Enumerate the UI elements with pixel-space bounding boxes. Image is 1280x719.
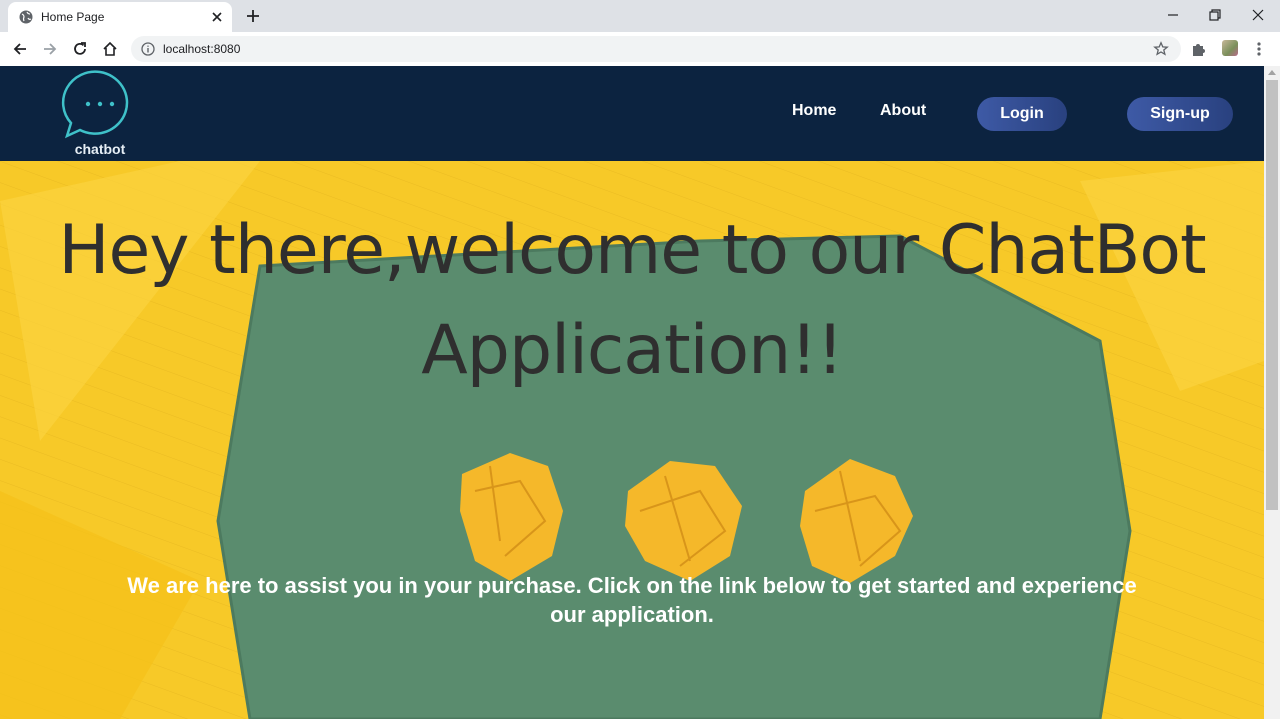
hero-subtitle-line-1: We are here to assist you in your purcha… [127,573,1137,598]
puzzle-icon[interactable] [1190,40,1208,58]
address-bar[interactable]: localhost:8080 [131,36,1181,62]
signup-button[interactable]: Sign-up [1127,97,1233,131]
kebab-icon[interactable] [1252,40,1266,58]
globe-icon [19,10,33,24]
star-icon[interactable] [1153,41,1169,57]
hero-subtitle-line-2: our application. [550,602,714,627]
tab-title: Home Page [41,10,105,24]
browser-toolbar: localhost:8080 [0,32,1280,67]
site-navbar: chatbot Home About Login Sign-up [0,66,1264,161]
nav-link-home[interactable]: Home [792,102,836,120]
site-logo[interactable]: chatbot [60,70,140,158]
scrollbar-thumb[interactable] [1266,80,1278,510]
profile-avatar[interactable] [1222,40,1238,56]
arrow-right-icon[interactable] [41,40,59,58]
restore-icon[interactable] [1206,6,1224,24]
browser-tab-strip: Home Page [0,0,1280,32]
scroll-up-arrow[interactable] [1268,70,1276,75]
reload-icon[interactable] [71,40,89,58]
plus-icon[interactable] [244,7,262,25]
nav-link-about[interactable]: About [880,102,926,120]
hero-title-line-1: Hey there,welcome to our ChatBot [58,211,1206,290]
close-icon[interactable] [208,8,226,26]
hero-title: Hey there,welcome to our ChatBot Applica… [40,201,1224,401]
hero-section: Hey there,welcome to our ChatBot Applica… [0,161,1264,719]
hero-subtitle: We are here to assist you in your purcha… [40,571,1224,629]
arrow-left-icon[interactable] [11,40,29,58]
info-icon[interactable] [141,42,155,56]
window-close-icon[interactable] [1249,6,1267,24]
web-page: chatbot Home About Login Sign-up Hey the… [0,66,1264,719]
chat-bubble-icon [61,70,129,139]
url-text[interactable]: localhost:8080 [163,42,240,56]
hero-title-line-2: Application!! [421,311,843,390]
logo-text: chatbot [74,141,126,157]
page-scrollbar[interactable] [1264,66,1280,719]
home-icon[interactable] [101,40,119,58]
minimize-icon[interactable] [1164,6,1182,24]
login-button[interactable]: Login [977,97,1067,131]
browser-tab[interactable]: Home Page [8,2,232,32]
